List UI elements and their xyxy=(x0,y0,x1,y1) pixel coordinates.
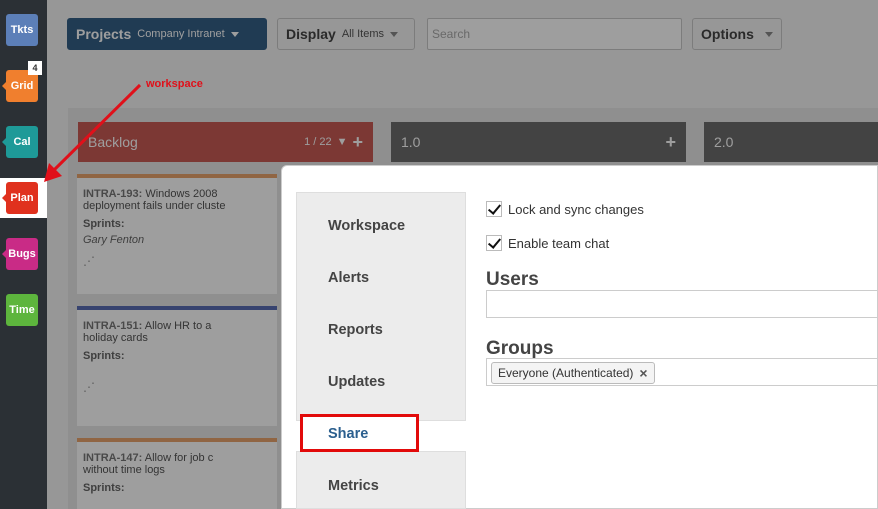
team-chat-row[interactable]: Enable team chat xyxy=(486,235,609,251)
rail-item-bugs[interactable]: Bugs xyxy=(2,238,38,270)
lock-sync-checkbox[interactable] xyxy=(486,201,502,217)
lock-sync-row[interactable]: Lock and sync changes xyxy=(486,201,644,217)
users-input[interactable] xyxy=(486,290,878,318)
annotation-label: workspace xyxy=(146,78,203,90)
rail-label: Plan xyxy=(10,192,34,204)
nav-item-alerts[interactable]: Alerts xyxy=(328,270,369,286)
rail-label: Bugs xyxy=(8,248,36,260)
lock-sync-label: Lock and sync changes xyxy=(508,201,644,217)
group-tag-label: Everyone (Authenticated) xyxy=(498,366,634,380)
nav-item-share-highlight[interactable]: Share xyxy=(300,414,419,452)
settings-nav: Workspace Alerts Reports Updates Metrics xyxy=(296,192,466,509)
nav-item-workspace[interactable]: Workspace xyxy=(328,218,405,234)
rail-item-tkts[interactable]: Tkts xyxy=(6,14,38,46)
notification-badge: 4 xyxy=(28,61,42,75)
nav-group-bottom xyxy=(296,451,466,509)
rail-label: Cal xyxy=(13,136,31,148)
rail-label: Time xyxy=(9,304,35,316)
team-chat-label: Enable team chat xyxy=(508,235,610,251)
group-tag: Everyone (Authenticated) × xyxy=(491,362,655,384)
rail-item-plan[interactable]: Plan xyxy=(2,182,38,214)
groups-title: Groups xyxy=(486,338,554,359)
nav-item-reports[interactable]: Reports xyxy=(328,322,383,338)
rail-label: Tkts xyxy=(10,24,34,36)
team-chat-checkbox[interactable] xyxy=(486,235,502,251)
rail-item-time[interactable]: Time xyxy=(6,294,38,326)
close-icon[interactable]: × xyxy=(639,365,647,381)
users-title: Users xyxy=(486,269,539,290)
app-rail: Tkts Grid 4 Cal Plan Bugs Time xyxy=(0,0,47,509)
rail-label: Grid xyxy=(10,80,34,92)
nav-item-metrics[interactable]: Metrics xyxy=(328,478,379,494)
nav-item-share[interactable]: Share xyxy=(328,426,368,442)
rail-item-cal[interactable]: Cal xyxy=(2,126,38,158)
nav-item-updates[interactable]: Updates xyxy=(328,374,385,390)
